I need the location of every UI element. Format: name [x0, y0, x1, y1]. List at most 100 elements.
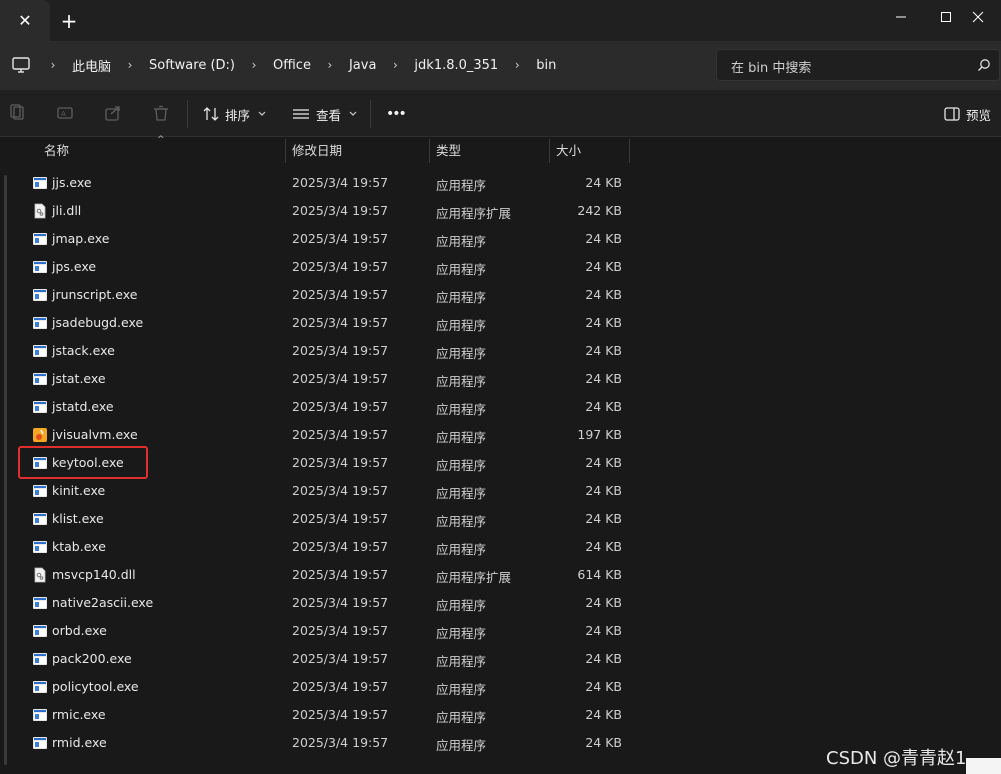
file-name: jvisualvm.exe	[52, 427, 138, 442]
file-name: pack200.exe	[52, 651, 132, 666]
file-size: 24 KB	[585, 623, 622, 638]
toolbar-divider	[187, 100, 188, 128]
more-options-button[interactable]: •••	[386, 102, 407, 126]
breadcrumb-drive[interactable]: Software (D:)	[143, 58, 241, 73]
breadcrumb-jdk[interactable]: jdk1.8.0_351	[408, 58, 504, 73]
file-modified-date: 2025/3/4 19:57	[292, 539, 389, 554]
breadcrumb-this-pc[interactable]: 此电脑	[66, 56, 117, 75]
title-bar: ✕ +	[0, 0, 1001, 41]
rename-icon[interactable]: A	[56, 104, 74, 122]
breadcrumb-bin[interactable]: bin	[530, 58, 562, 73]
chevron-right-icon[interactable]: ›	[382, 58, 408, 72]
file-row[interactable]: jmap.exe 2025/3/4 19:57 应用程序 24 KB	[0, 225, 640, 253]
chevron-down-icon	[258, 111, 266, 116]
column-divider[interactable]	[285, 139, 286, 163]
search-icon[interactable]	[977, 58, 991, 72]
file-modified-date: 2025/3/4 19:57	[292, 203, 389, 218]
command-bar: A 排序 查看 ••• 预览	[0, 90, 1001, 137]
new-tab-button[interactable]: +	[58, 10, 80, 32]
visualvm-icon	[32, 427, 48, 443]
file-row[interactable]: msvcp140.dll 2025/3/4 19:57 应用程序扩展 614 KB	[0, 561, 640, 589]
address-bar: › 此电脑 › Software (D:) › Office › Java › …	[0, 41, 1001, 90]
watermark-overlay	[966, 758, 1001, 774]
file-modified-date: 2025/3/4 19:57	[292, 595, 389, 610]
file-row[interactable]: jstat.exe 2025/3/4 19:57 应用程序 24 KB	[0, 365, 640, 393]
file-row[interactable]: jvisualvm.exe 2025/3/4 19:57 应用程序 197 KB	[0, 421, 640, 449]
breadcrumb-office[interactable]: Office	[267, 58, 317, 73]
sort-label: 排序	[225, 107, 251, 123]
file-type: 应用程序	[436, 598, 487, 613]
column-header-date[interactable]: 修改日期	[292, 137, 342, 165]
file-modified-date: 2025/3/4 19:57	[292, 231, 389, 246]
exe-icon	[32, 259, 48, 275]
chevron-right-icon[interactable]: ›	[241, 58, 267, 72]
close-window-button[interactable]	[955, 0, 1001, 34]
file-modified-date: 2025/3/4 19:57	[292, 707, 389, 722]
dll-icon	[32, 203, 48, 219]
view-button[interactable]: 查看	[292, 102, 357, 126]
explorer-tab[interactable]: ✕	[0, 0, 50, 41]
column-divider[interactable]	[429, 139, 430, 163]
file-name: rmid.exe	[52, 735, 107, 750]
file-size: 24 KB	[585, 511, 622, 526]
chevron-right-icon[interactable]: ›	[317, 58, 343, 72]
exe-icon	[32, 539, 48, 555]
file-modified-date: 2025/3/4 19:57	[292, 567, 389, 582]
file-row[interactable]: jps.exe 2025/3/4 19:57 应用程序 24 KB	[0, 253, 640, 281]
file-modified-date: 2025/3/4 19:57	[292, 287, 389, 302]
file-type: 应用程序扩展	[436, 206, 512, 221]
preview-button[interactable]: 预览	[944, 102, 991, 126]
file-size: 24 KB	[585, 399, 622, 414]
file-name: klist.exe	[52, 511, 104, 526]
exe-icon	[32, 315, 48, 331]
file-modified-date: 2025/3/4 19:57	[292, 455, 389, 470]
chevron-right-icon[interactable]: ›	[117, 58, 143, 72]
close-icon	[972, 11, 984, 23]
column-divider[interactable]	[549, 139, 550, 163]
file-row[interactable]: policytool.exe 2025/3/4 19:57 应用程序 24 KB	[0, 673, 640, 701]
column-header-name[interactable]: 名称	[44, 137, 69, 165]
file-modified-date: 2025/3/4 19:57	[292, 623, 389, 638]
chevron-right-icon[interactable]: ›	[40, 58, 66, 72]
column-header-type[interactable]: 类型	[436, 137, 461, 165]
copy-icon[interactable]	[9, 104, 27, 122]
breadcrumb-java[interactable]: Java	[343, 58, 382, 73]
search-input[interactable]: 在 bin 中搜索	[731, 57, 811, 76]
share-icon[interactable]	[104, 104, 122, 122]
file-name: ktab.exe	[52, 539, 106, 554]
file-name: jstack.exe	[52, 343, 115, 358]
file-row[interactable]: rmic.exe 2025/3/4 19:57 应用程序 24 KB	[0, 701, 640, 729]
file-row[interactable]: jstatd.exe 2025/3/4 19:57 应用程序 24 KB	[0, 393, 640, 421]
delete-icon[interactable]	[152, 104, 170, 122]
file-row[interactable]: pack200.exe 2025/3/4 19:57 应用程序 24 KB	[0, 645, 640, 673]
file-row[interactable]: jstack.exe 2025/3/4 19:57 应用程序 24 KB	[0, 337, 640, 365]
file-type: 应用程序	[436, 626, 487, 641]
file-row[interactable]: jrunscript.exe 2025/3/4 19:57 应用程序 24 KB	[0, 281, 640, 309]
search-box[interactable]: 在 bin 中搜索	[716, 49, 1000, 81]
close-tab-icon[interactable]: ✕	[14, 10, 36, 32]
chevron-right-icon[interactable]: ›	[504, 58, 530, 72]
file-row[interactable]: jli.dll 2025/3/4 19:57 应用程序扩展 242 KB	[0, 197, 640, 225]
computer-icon[interactable]	[10, 55, 32, 75]
file-row[interactable]: jjs.exe 2025/3/4 19:57 应用程序 24 KB	[0, 169, 640, 197]
file-type: 应用程序	[436, 710, 487, 725]
file-row[interactable]: kinit.exe 2025/3/4 19:57 应用程序 24 KB	[0, 477, 640, 505]
file-row[interactable]: jsadebugd.exe 2025/3/4 19:57 应用程序 24 KB	[0, 309, 640, 337]
file-row[interactable]: klist.exe 2025/3/4 19:57 应用程序 24 KB	[0, 505, 640, 533]
file-name: jjs.exe	[52, 175, 92, 190]
file-type: 应用程序	[436, 682, 487, 697]
file-name: jrunscript.exe	[52, 287, 138, 302]
file-name: rmic.exe	[52, 707, 106, 722]
file-size: 242 KB	[577, 203, 622, 218]
file-size: 24 KB	[585, 287, 622, 302]
sort-button[interactable]: 排序	[203, 102, 266, 126]
column-header-size[interactable]: 大小	[556, 137, 581, 165]
file-row[interactable]: orbd.exe 2025/3/4 19:57 应用程序 24 KB	[0, 617, 640, 645]
column-divider[interactable]	[629, 139, 630, 163]
file-row[interactable]: rmid.exe 2025/3/4 19:57 应用程序 24 KB	[0, 729, 640, 757]
file-name: jps.exe	[52, 259, 97, 274]
file-size: 24 KB	[585, 259, 622, 274]
minimize-button[interactable]	[878, 0, 924, 34]
file-row[interactable]: ktab.exe 2025/3/4 19:57 应用程序 24 KB	[0, 533, 640, 561]
file-row[interactable]: native2ascii.exe 2025/3/4 19:57 应用程序 24 KB	[0, 589, 640, 617]
